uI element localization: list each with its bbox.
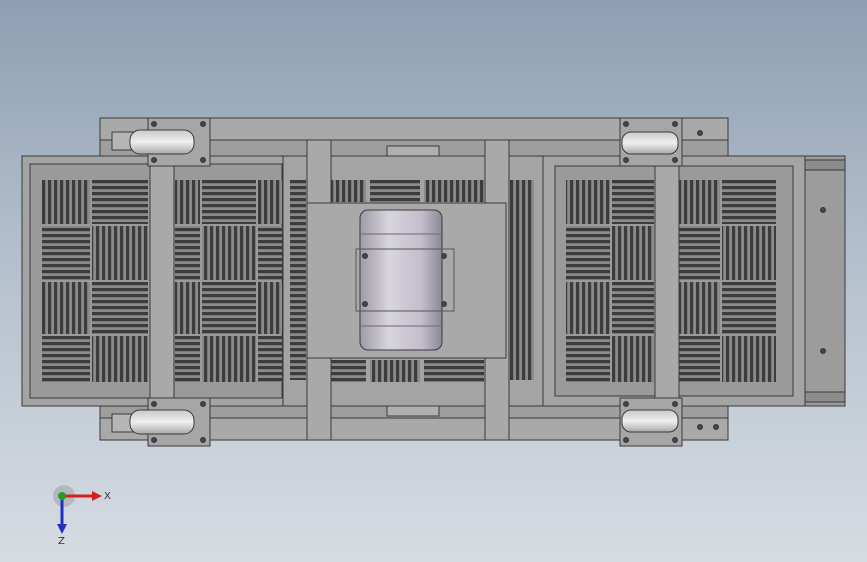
cad-model-viewport[interactable]	[0, 0, 867, 562]
caster-wheel-top-right	[619, 117, 683, 167]
vibration-motor	[355, 209, 455, 351]
coordinate-triad: X Y Z	[53, 485, 111, 546]
x-axis-label: X	[104, 491, 111, 502]
z-axis-label: Z	[58, 536, 65, 546]
bolt-icon	[713, 424, 719, 430]
bolt-icon	[820, 348, 826, 354]
bolt-icon	[697, 130, 703, 136]
bolt-icon	[820, 207, 826, 213]
machine-assembly	[21, 117, 846, 447]
caster-wheel-bottom-right	[619, 397, 683, 447]
bolt-icon	[697, 424, 703, 430]
